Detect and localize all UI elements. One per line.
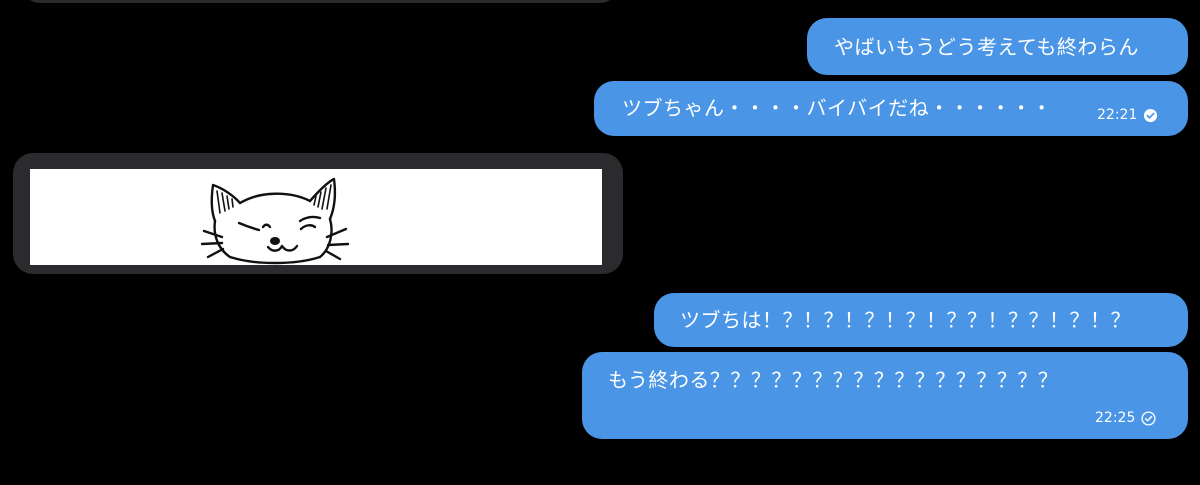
outgoing-message[interactable]: ツブちは！？！？！？！？！？？！？？！？！？: [654, 293, 1188, 347]
message-time: 22:25: [1095, 410, 1136, 426]
chat-thread: やばいもうどう考えても終わらん ツブちゃん・・・・バイバイだね・・・・・・ 22…: [0, 0, 1200, 485]
message-text: やばいもうどう考えても終わらん: [834, 35, 1139, 59]
check-circle-icon: [1141, 410, 1156, 426]
check-circle-icon: [1144, 108, 1158, 122]
message-meta: 22:21: [1097, 107, 1158, 123]
previous-incoming-message[interactable]: [22, 0, 618, 3]
message-text: もう終わる？？？？？？？？？？？？？？？？？: [608, 368, 1059, 392]
message-text: ツブちは！？！？！？！？！？？！？？！？！？: [680, 308, 1131, 332]
outgoing-message[interactable]: もう終わる？？？？？？？？？？？？？？？？？ 22:25: [582, 352, 1188, 439]
message-meta: 22:25: [1095, 410, 1156, 426]
incoming-sticker-message[interactable]: [13, 153, 623, 274]
cat-sticker[interactable]: [30, 169, 602, 265]
cat-face-drawing: [200, 177, 350, 265]
message-time: 22:21: [1097, 107, 1138, 123]
outgoing-message[interactable]: ツブちゃん・・・・バイバイだね・・・・・・ 22:21: [594, 81, 1188, 136]
message-text: ツブちゃん・・・・バイバイだね・・・・・・: [622, 96, 1053, 120]
outgoing-message[interactable]: やばいもうどう考えても終わらん: [807, 18, 1188, 75]
